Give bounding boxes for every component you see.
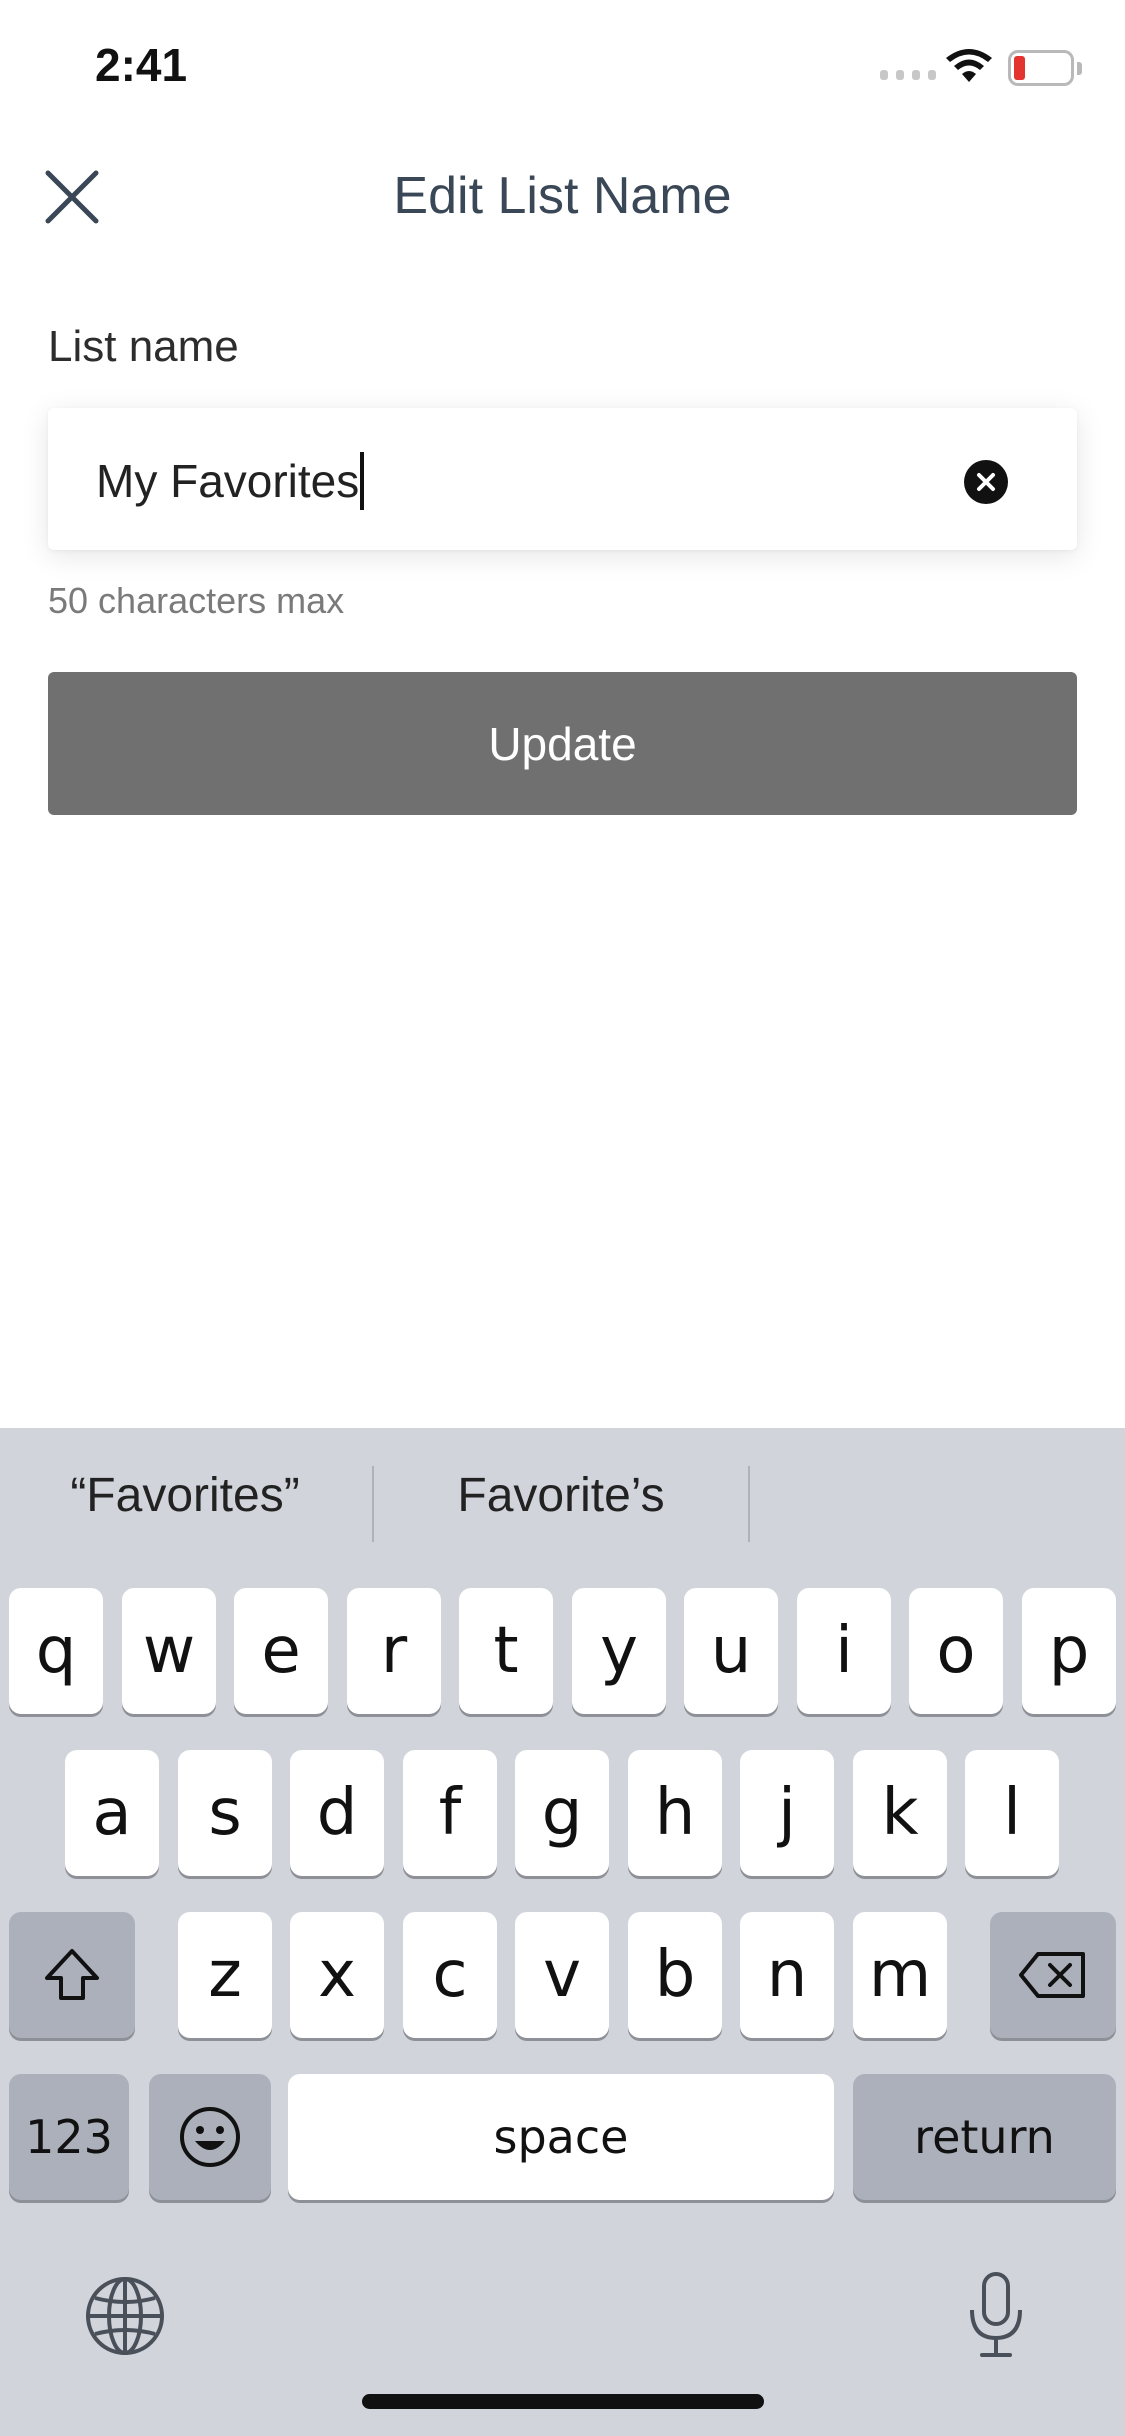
key-m[interactable]: m xyxy=(853,1912,947,2038)
clear-input-button[interactable] xyxy=(964,460,1008,504)
battery-tip xyxy=(1077,62,1082,75)
key-n[interactable]: n xyxy=(740,1912,834,2038)
key-s[interactable]: s xyxy=(178,1750,272,1876)
page-title: Edit List Name xyxy=(393,167,732,225)
key-l[interactable]: l xyxy=(965,1750,1059,1876)
globe-button[interactable] xyxy=(83,2274,167,2358)
suggestion-divider xyxy=(372,1466,374,1542)
suggestion-2[interactable]: Favorite’s xyxy=(376,1468,746,1523)
key-c[interactable]: c xyxy=(403,1912,497,2038)
list-name-input[interactable]: My Favorites xyxy=(48,408,1077,550)
list-name-label: List name xyxy=(48,322,239,371)
home-indicator[interactable] xyxy=(362,2394,764,2409)
key-p[interactable]: p xyxy=(1022,1588,1116,1714)
key-h[interactable]: h xyxy=(628,1750,722,1876)
clear-circle-icon xyxy=(977,473,995,491)
battery-icon: 11 xyxy=(1008,50,1074,86)
battery-level: 11 xyxy=(1026,52,1056,83)
backspace-icon xyxy=(1019,1952,1085,1998)
key-e[interactable]: e xyxy=(234,1588,328,1714)
key-r[interactable]: r xyxy=(347,1588,441,1714)
key-u[interactable]: u xyxy=(684,1588,778,1714)
list-name-input-text[interactable]: My Favorites xyxy=(96,452,365,510)
key-j[interactable]: j xyxy=(740,1750,834,1876)
status-bar: 2:41 11 xyxy=(0,0,1125,140)
emoji-key[interactable] xyxy=(149,2074,271,2200)
helper-text: 50 characters max xyxy=(48,580,345,621)
list-name-value: My Favorites xyxy=(96,455,360,507)
text-caret xyxy=(360,452,365,510)
status-time: 2:41 xyxy=(95,39,188,91)
shift-icon xyxy=(45,1949,99,2000)
microphone-icon xyxy=(970,2272,1022,2357)
key-i[interactable]: i xyxy=(797,1588,891,1714)
emoji-icon xyxy=(180,2107,240,2167)
key-z[interactable]: z xyxy=(178,1912,272,2038)
key-b[interactable]: b xyxy=(628,1912,722,2038)
shift-key[interactable] xyxy=(9,1912,135,2038)
key-g[interactable]: g xyxy=(515,1750,609,1876)
key-x[interactable]: x xyxy=(290,1912,384,2038)
update-button[interactable]: Update xyxy=(48,672,1077,815)
key-k[interactable]: k xyxy=(853,1750,947,1876)
key-t[interactable]: t xyxy=(459,1588,553,1714)
delete-key[interactable] xyxy=(990,1912,1116,2038)
key-v[interactable]: v xyxy=(515,1912,609,2038)
dictation-button[interactable] xyxy=(966,2270,1026,2360)
suggestion-divider xyxy=(748,1466,750,1542)
key-w[interactable]: w xyxy=(122,1588,216,1714)
cellular-signal-icon xyxy=(880,70,936,80)
numbers-key[interactable]: 123 xyxy=(9,2074,129,2200)
screen: 2:41 11 Edit List Name List name My Favo… xyxy=(0,0,1125,2436)
globe-icon xyxy=(86,2277,164,2355)
suggestion-bar: “Favorites” Favorite’s xyxy=(0,1428,1125,1578)
return-key[interactable]: return xyxy=(853,2074,1116,2200)
key-a[interactable]: a xyxy=(65,1750,159,1876)
wifi-icon xyxy=(946,49,992,82)
suggestion-1[interactable]: “Favorites” xyxy=(0,1468,370,1523)
key-y[interactable]: y xyxy=(572,1588,666,1714)
key-f[interactable]: f xyxy=(403,1750,497,1876)
key-q[interactable]: q xyxy=(9,1588,103,1714)
keyboard: “Favorites” Favorite’s q w e r t y u i o… xyxy=(0,1428,1125,2436)
key-o[interactable]: o xyxy=(909,1588,1003,1714)
space-key[interactable]: space xyxy=(288,2074,834,2200)
key-d[interactable]: d xyxy=(290,1750,384,1876)
